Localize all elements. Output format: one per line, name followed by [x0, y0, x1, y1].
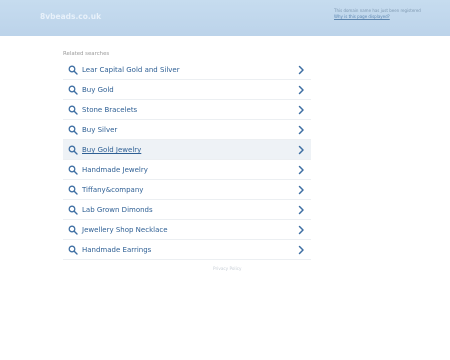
chevron-right-icon: [298, 105, 304, 115]
related-search-label: Buy Gold Jewelry: [82, 146, 142, 154]
related-search-item[interactable]: Buy Silver: [63, 120, 311, 140]
related-searches-list: Lear Capital Gold and Silver Buy Gold St…: [63, 60, 311, 260]
related-search-label: Tiffany&company: [82, 186, 144, 194]
chevron-right-icon: [298, 145, 304, 155]
search-icon: [68, 105, 78, 115]
chevron-right-icon: [298, 85, 304, 95]
related-search-item[interactable]: Lear Capital Gold and Silver: [63, 60, 311, 80]
search-icon: [68, 185, 78, 195]
chevron-right-icon: [298, 65, 304, 75]
related-search-item[interactable]: Handmade Jewelry: [63, 160, 311, 180]
search-icon: [68, 205, 78, 215]
related-search-label: Handmade Jewelry: [82, 166, 148, 174]
related-search-item[interactable]: Jewellery Shop Necklace: [63, 220, 311, 240]
search-icon: [68, 165, 78, 175]
chevron-right-icon: [298, 225, 304, 235]
why-displayed-link[interactable]: Why is this page displayed?: [334, 14, 421, 20]
search-icon: [68, 125, 78, 135]
domain-name[interactable]: 8vbeads.co.uk: [40, 12, 101, 21]
chevron-right-icon: [298, 125, 304, 135]
related-search-label: Buy Silver: [82, 126, 118, 134]
search-icon: [68, 225, 78, 235]
related-search-item[interactable]: Handmade Earrings: [63, 240, 311, 260]
related-searches-label: Related searches: [63, 51, 110, 57]
related-search-item[interactable]: Tiffany&company: [63, 180, 311, 200]
privacy-policy-link[interactable]: Privacy Policy: [213, 266, 242, 271]
search-icon: [68, 85, 78, 95]
related-search-label: Jewellery Shop Necklace: [82, 226, 168, 234]
registration-notice: This domain name has just been registere…: [334, 8, 421, 20]
chevron-right-icon: [298, 185, 304, 195]
search-icon: [68, 65, 78, 75]
related-search-label: Handmade Earrings: [82, 246, 152, 254]
related-search-label: Lear Capital Gold and Silver: [82, 66, 180, 74]
search-icon: [68, 245, 78, 255]
related-search-item[interactable]: Stone Bracelets: [63, 100, 311, 120]
related-search-label: Buy Gold: [82, 86, 114, 94]
chevron-right-icon: [298, 205, 304, 215]
search-icon: [68, 145, 78, 155]
chevron-right-icon: [298, 165, 304, 175]
header-bar: 8vbeads.co.uk This domain name has just …: [0, 0, 450, 36]
related-search-label: Stone Bracelets: [82, 106, 138, 114]
related-search-label: Lab Grown Dimonds: [82, 206, 153, 214]
related-search-item[interactable]: Buy Gold: [63, 80, 311, 100]
notice-text: This domain name has just been registere…: [334, 8, 421, 13]
related-search-item[interactable]: Lab Grown Dimonds: [63, 200, 311, 220]
related-search-item-hovered[interactable]: Buy Gold Jewelry: [63, 140, 311, 160]
chevron-right-icon: [298, 245, 304, 255]
